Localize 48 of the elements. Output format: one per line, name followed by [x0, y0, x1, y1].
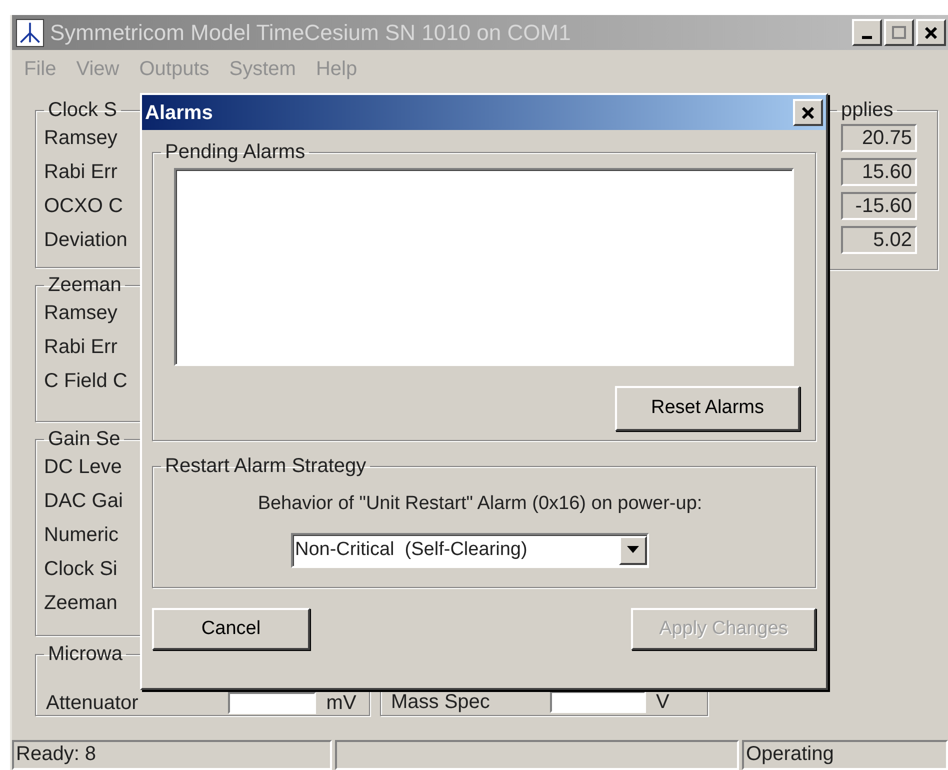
minimize-button[interactable] [852, 19, 882, 46]
voltage-readout: -15.60 [841, 192, 917, 220]
unit-label: V [656, 690, 670, 715]
maximize-button[interactable] [884, 19, 914, 46]
field-label: Clock Si [44, 557, 118, 581]
field-label: Zeeman [44, 591, 118, 615]
group-label: Microwa [47, 644, 124, 664]
close-icon [800, 104, 816, 120]
menu-item[interactable]: File [24, 54, 56, 84]
menu-item[interactable]: System [229, 54, 296, 84]
field-label: Attenuator [46, 691, 138, 716]
field-label: C Field C [44, 369, 128, 393]
field-label: DAC Gai [44, 489, 124, 513]
reset-alarms-button[interactable]: Reset Alarms [615, 386, 800, 431]
group-label: Restart Alarm Strategy [164, 456, 368, 476]
status-text: Operating [742, 740, 948, 770]
status-text: Ready: 8 [12, 740, 332, 770]
unit-label: mV [326, 691, 356, 716]
field-label: Rabi Err [44, 335, 118, 359]
group-label: pplies [840, 100, 894, 120]
close-button[interactable] [916, 19, 946, 46]
voltage-readout: 20.75 [841, 124, 917, 152]
group-label: Gain Se [47, 429, 122, 449]
field-label: Ramsey [44, 301, 118, 325]
behavior-label: Behavior of "Unit Restart" Alarm (0x16) on power-up: [258, 492, 702, 516]
group-label: Pending Alarms [164, 142, 306, 162]
menu-item[interactable]: View [76, 54, 120, 84]
field-label: Ramsey [44, 126, 118, 150]
field-label: Deviation [44, 228, 128, 252]
group-label: Clock S [47, 100, 118, 120]
voltage-readout: 15.60 [841, 158, 917, 186]
app-icon [16, 18, 44, 46]
field-label: DC Leve [44, 455, 123, 479]
dialog-title: Alarms [145, 100, 213, 126]
voltage-readout: 5.02 [841, 226, 917, 254]
field-label: Rabi Err [44, 160, 118, 184]
maximize-icon [891, 24, 907, 40]
strategy-dropdown[interactable]: Non-Critical (Self-Clearing) [291, 532, 649, 568]
menu-item[interactable]: Outputs [139, 54, 210, 84]
close-icon [923, 24, 939, 40]
group-label: Zeeman [47, 275, 122, 295]
field-label: Mass Spec [391, 690, 490, 715]
field-label: OCXO C [44, 194, 124, 218]
minimize-icon [859, 36, 875, 39]
close-button[interactable] [793, 99, 823, 126]
field-label: Numeric [44, 523, 120, 547]
menu-item[interactable]: Help [316, 54, 358, 84]
cancel-button[interactable]: Cancel [152, 608, 310, 650]
